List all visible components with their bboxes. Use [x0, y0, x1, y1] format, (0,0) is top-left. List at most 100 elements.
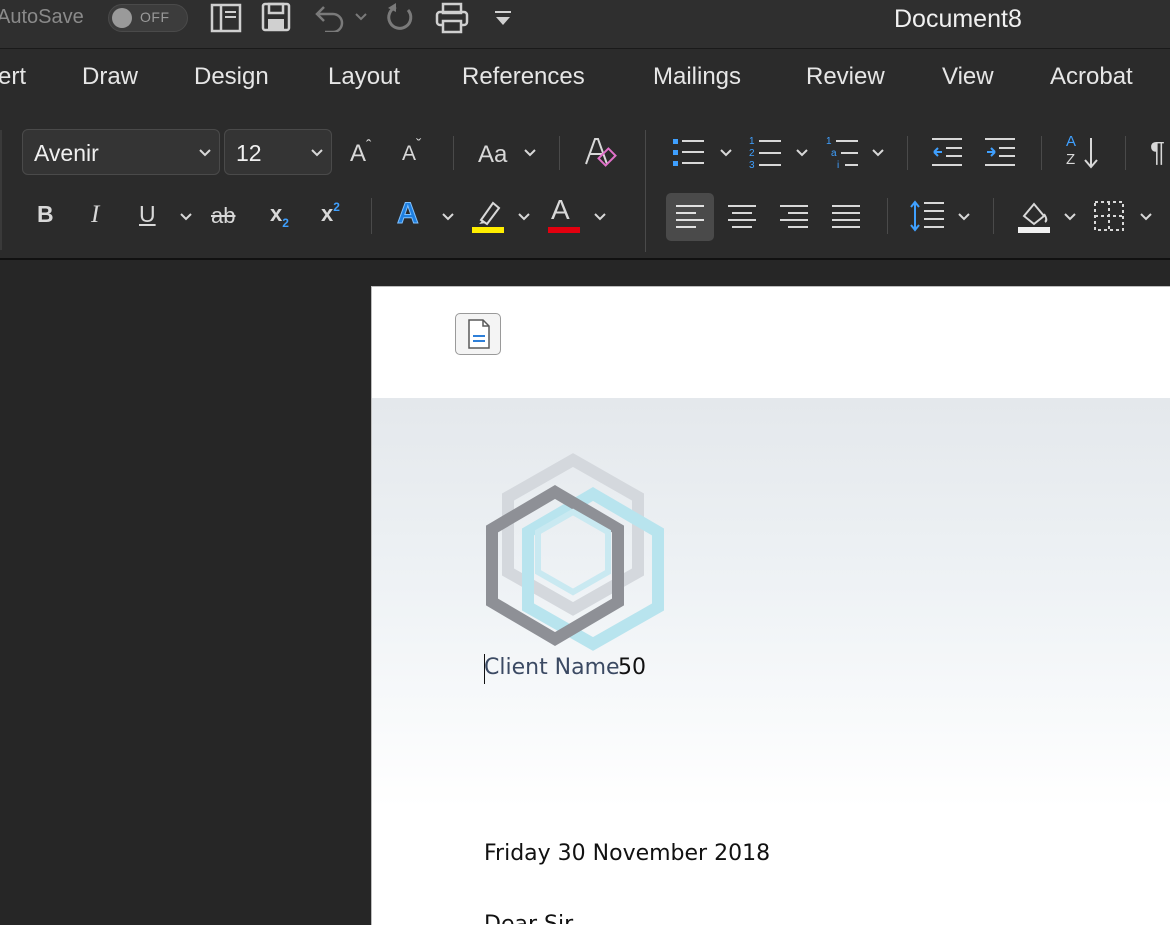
- subscript-button[interactable]: x2: [270, 201, 289, 230]
- save-icon[interactable]: [261, 2, 291, 32]
- separator: [453, 136, 454, 170]
- chevron-down-icon[interactable]: [1063, 212, 1077, 222]
- shading-icon[interactable]: [1016, 198, 1052, 234]
- clear-formatting-icon[interactable]: [582, 134, 618, 170]
- chevron-down-icon[interactable]: [719, 148, 733, 158]
- tab-references[interactable]: References: [462, 63, 585, 91]
- chevron-down-icon[interactable]: [523, 148, 537, 158]
- greeting-line-clip: Dear Sir: [484, 914, 604, 924]
- chevron-down-icon[interactable]: [795, 148, 809, 158]
- shrink-font-caret: ˇ: [416, 137, 422, 154]
- subscript-glyph: x: [270, 201, 283, 226]
- align-left-button[interactable]: [666, 193, 714, 241]
- tab-draw[interactable]: Draw: [82, 63, 138, 91]
- tab-design[interactable]: Design: [194, 63, 269, 91]
- greeting-line: Dear Sir: [484, 914, 573, 924]
- separator: [1041, 136, 1042, 170]
- multilevel-list-icon[interactable]: 1 a i: [825, 134, 859, 170]
- document-options-button[interactable]: [455, 313, 501, 355]
- font-name-dropdown[interactable]: Avenir: [22, 129, 220, 175]
- underline-button[interactable]: U: [139, 201, 156, 228]
- separator: [559, 136, 560, 170]
- show-formatting-marks-button[interactable]: ¶: [1150, 136, 1165, 168]
- sidebar-icon[interactable]: [210, 3, 242, 33]
- grow-font-caret: ˆ: [366, 138, 372, 155]
- svg-text:2: 2: [749, 148, 755, 159]
- line-spacing-icon[interactable]: [910, 199, 946, 233]
- chevron-down-icon[interactable]: [871, 148, 885, 158]
- separator: [1125, 136, 1126, 170]
- date-line: Friday 30 November 2018: [484, 841, 771, 866]
- tab-layout[interactable]: Layout: [328, 63, 400, 91]
- separator: [907, 136, 908, 170]
- tab-acrobat[interactable]: Acrobat: [1050, 63, 1133, 91]
- justify-icon[interactable]: [831, 204, 861, 230]
- company-logo: [486, 453, 664, 651]
- print-icon[interactable]: [435, 2, 469, 34]
- font-color-swatch: [548, 227, 580, 233]
- decrease-indent-icon[interactable]: [930, 136, 964, 168]
- chevron-down-icon: [199, 149, 211, 157]
- numbering-icon[interactable]: 1 2 3: [748, 134, 782, 170]
- superscript-index: 2: [333, 200, 340, 214]
- highlighter-icon[interactable]: [471, 198, 505, 234]
- font-name-value: Avenir: [34, 140, 99, 166]
- chevron-down-icon[interactable]: [179, 212, 193, 222]
- change-case-button[interactable]: Aa: [478, 141, 507, 169]
- grow-font-button[interactable]: Aˆ: [350, 138, 372, 168]
- align-left-icon: [676, 205, 704, 228]
- separator: [887, 198, 888, 234]
- increase-indent-icon[interactable]: [983, 136, 1017, 168]
- align-center-icon[interactable]: [727, 204, 757, 230]
- separator: [371, 198, 372, 234]
- shrink-font-button[interactable]: Aˇ: [402, 137, 421, 166]
- bullets-icon[interactable]: [672, 136, 706, 170]
- italic-button[interactable]: I: [91, 201, 99, 229]
- client-name-label: Client Name: [484, 655, 620, 680]
- undo-dropdown-icon[interactable]: [354, 12, 368, 22]
- chevron-down-icon[interactable]: [593, 212, 607, 222]
- redo-icon[interactable]: [384, 2, 416, 34]
- tab-view[interactable]: View: [942, 63, 994, 91]
- font-size-value: 12: [236, 140, 262, 166]
- svg-text:i: i: [837, 160, 839, 170]
- chevron-down-icon[interactable]: [957, 212, 971, 222]
- title-bar: AutoSave OFF Document8: [0, 0, 1170, 49]
- superscript-glyph: x: [321, 201, 334, 226]
- document-icon: [468, 319, 490, 349]
- strikethrough-button[interactable]: ab: [211, 203, 235, 229]
- autosave-label: AutoSave: [0, 6, 84, 28]
- separator: [993, 198, 994, 234]
- bold-button[interactable]: B: [37, 201, 54, 228]
- sort-icon[interactable]: [1062, 134, 1102, 172]
- svg-text:3: 3: [749, 160, 755, 170]
- chevron-down-icon[interactable]: [1139, 212, 1153, 222]
- chevron-down-icon[interactable]: [517, 212, 531, 222]
- toggle-knob: [112, 8, 132, 28]
- superscript-button[interactable]: x2: [321, 200, 340, 227]
- customize-toolbar-icon[interactable]: [494, 10, 512, 28]
- align-right-icon[interactable]: [779, 204, 809, 230]
- chevron-down-icon: [311, 149, 323, 157]
- undo-icon[interactable]: [311, 4, 347, 32]
- text-effects-button[interactable]: A: [397, 197, 420, 231]
- group-separator: [645, 130, 646, 252]
- chevron-down-icon[interactable]: [441, 212, 455, 222]
- autosave-toggle[interactable]: OFF: [108, 4, 188, 32]
- subscript-index: 2: [282, 216, 289, 230]
- tab-mailings[interactable]: Mailings: [653, 63, 741, 91]
- svg-text:a: a: [831, 148, 837, 159]
- borders-icon[interactable]: [1093, 200, 1125, 232]
- ribbon-tab-bar: ert Draw Design Layout References Mailin…: [0, 49, 1170, 127]
- grow-font-glyph: A: [350, 140, 367, 167]
- client-name-value: 50: [618, 655, 646, 680]
- tab-review[interactable]: Review: [806, 63, 885, 91]
- svg-text:1: 1: [826, 136, 832, 147]
- tab-insert[interactable]: ert: [0, 63, 26, 91]
- font-size-dropdown[interactable]: 12: [224, 129, 332, 175]
- font-color-button[interactable]: A: [551, 194, 570, 226]
- toolbar-left-edge: [0, 130, 2, 250]
- svg-text:1: 1: [749, 136, 755, 147]
- autosave-state: OFF: [140, 9, 170, 25]
- shrink-font-glyph: A: [402, 142, 417, 165]
